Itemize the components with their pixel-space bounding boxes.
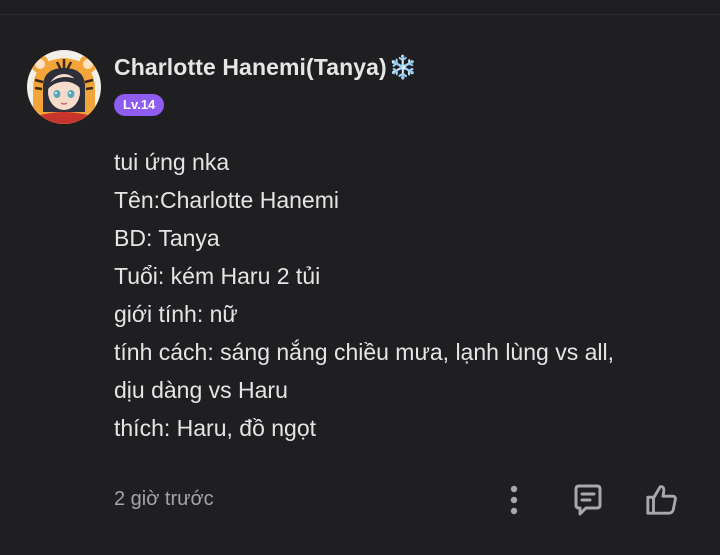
- level-badge: Lv.14: [114, 94, 165, 116]
- comment-card: Charlotte Hanemi(Tanya)❄️ Lv.14 tui ứng …: [0, 0, 720, 555]
- comment-body: tui ứng nka Tên:Charlotte Hanemi BD: Tan…: [114, 143, 704, 447]
- comment-line: Tuổi: kém Haru 2 tủi: [114, 263, 321, 289]
- comment-header: Charlotte Hanemi(Tanya)❄️ Lv.14: [114, 50, 418, 116]
- comment-line: BD: Tanya: [114, 225, 220, 251]
- comment-line: thích: Haru, đồ ngọt: [114, 415, 317, 441]
- reply-button[interactable]: [571, 481, 605, 519]
- avatar[interactable]: [27, 50, 101, 124]
- comment-line: giới tính: nữ: [114, 301, 238, 327]
- like-button[interactable]: [645, 481, 679, 519]
- more-vertical-icon: [510, 485, 518, 515]
- comment-line: tui ứng nka: [114, 149, 230, 175]
- thumbs-up-icon: [646, 485, 677, 515]
- more-options-button[interactable]: [497, 481, 531, 519]
- timestamp: 2 giờ trước: [114, 488, 214, 510]
- snowflake-icon: ❄️: [388, 54, 418, 80]
- comment-line: Tên:Charlotte Hanemi: [114, 187, 339, 213]
- comment-line: tính cách: sáng nắng chiều mưa, lạnh lùn…: [114, 339, 614, 365]
- username[interactable]: Charlotte Hanemi(Tanya)❄️: [114, 50, 418, 84]
- reply-bubble-icon: [574, 484, 602, 516]
- tiger-hood-avatar-icon: [27, 50, 101, 124]
- comment-line: dịu dàng vs Haru: [114, 377, 288, 403]
